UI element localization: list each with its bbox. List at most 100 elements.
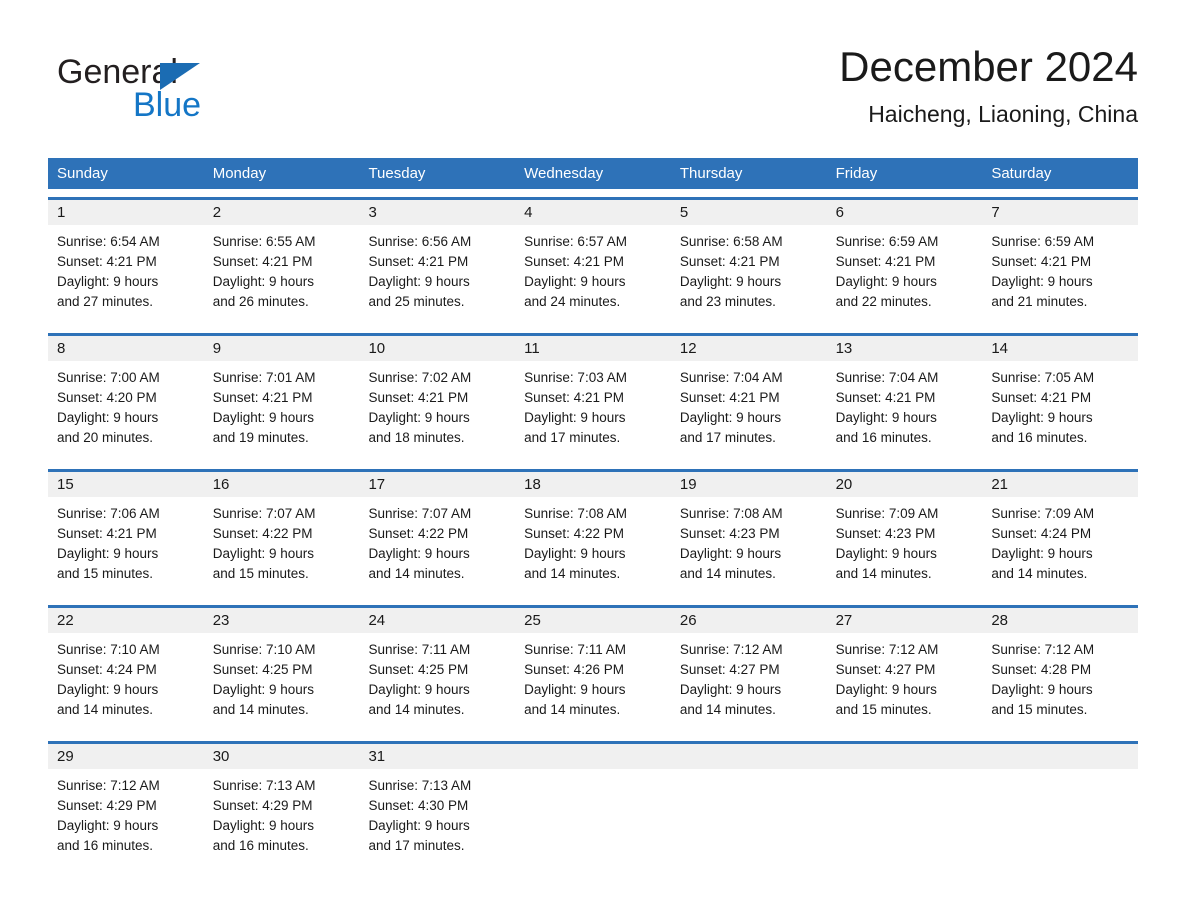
day-cell[interactable]: Sunrise: 7:07 AM Sunset: 4:22 PM Dayligh…	[204, 497, 360, 597]
day-number[interactable]: 5	[671, 200, 827, 225]
day-number[interactable]: 3	[359, 200, 515, 225]
day-number[interactable]: 27	[827, 608, 983, 633]
sunrise-text: Sunrise: 6:56 AM	[368, 234, 472, 249]
day-cell[interactable]: Sunrise: 7:12 AM Sunset: 4:27 PM Dayligh…	[827, 633, 983, 733]
day-cell[interactable]: Sunrise: 7:06 AM Sunset: 4:21 PM Dayligh…	[48, 497, 204, 597]
day-number[interactable]: 11	[515, 336, 671, 361]
day-cell[interactable]: Sunrise: 7:13 AM Sunset: 4:29 PM Dayligh…	[204, 769, 360, 869]
daylight-text: Daylight: 9 hours	[524, 274, 626, 289]
daylight-text: Daylight: 9 hours	[368, 274, 470, 289]
day-number[interactable]: 12	[671, 336, 827, 361]
day-cell[interactable]: Sunrise: 7:12 AM Sunset: 4:28 PM Dayligh…	[982, 633, 1138, 733]
day-cell[interactable]: Sunrise: 7:02 AM Sunset: 4:21 PM Dayligh…	[359, 361, 515, 461]
day-cell[interactable]: Sunrise: 6:57 AM Sunset: 4:21 PM Dayligh…	[515, 225, 671, 325]
daylight-text-cont: and 18 minutes.	[368, 430, 465, 445]
day-cell[interactable]: Sunrise: 7:01 AM Sunset: 4:21 PM Dayligh…	[204, 361, 360, 461]
day-cell[interactable]: Sunrise: 7:10 AM Sunset: 4:25 PM Dayligh…	[204, 633, 360, 733]
day-cell[interactable]: Sunrise: 7:08 AM Sunset: 4:23 PM Dayligh…	[671, 497, 827, 597]
daylight-text: Daylight: 9 hours	[991, 546, 1093, 561]
sunrise-text: Sunrise: 7:12 AM	[991, 642, 1095, 657]
day-number[interactable]: 15	[48, 472, 204, 497]
day-cell[interactable]: Sunrise: 7:11 AM Sunset: 4:26 PM Dayligh…	[515, 633, 671, 733]
daylight-text: Daylight: 9 hours	[368, 682, 470, 697]
day-number[interactable]: 16	[204, 472, 360, 497]
day-cell[interactable]: Sunrise: 7:11 AM Sunset: 4:25 PM Dayligh…	[359, 633, 515, 733]
day-number[interactable]: 24	[359, 608, 515, 633]
day-number[interactable]: 21	[982, 472, 1138, 497]
daylight-text-cont: and 14 minutes.	[991, 566, 1088, 581]
day-number[interactable]: 2	[204, 200, 360, 225]
sunrise-text: Sunrise: 7:04 AM	[835, 370, 939, 385]
day-number[interactable]: 22	[48, 608, 204, 633]
day-cell[interactable]: Sunrise: 6:59 AM Sunset: 4:21 PM Dayligh…	[827, 225, 983, 325]
day-cell[interactable]: Sunrise: 7:04 AM Sunset: 4:21 PM Dayligh…	[671, 361, 827, 461]
day-number[interactable]: 20	[827, 472, 983, 497]
sunrise-text: Sunrise: 7:12 AM	[835, 642, 939, 657]
day-number[interactable]: 23	[204, 608, 360, 633]
day-number[interactable]: 28	[982, 608, 1138, 633]
day-cell[interactable]: Sunrise: 6:54 AM Sunset: 4:21 PM Dayligh…	[48, 225, 204, 325]
day-number-band: 8 9 10 11 12 13 14	[48, 336, 1138, 361]
daylight-text-cont: and 16 minutes.	[57, 838, 154, 853]
day-number[interactable]: 31	[359, 744, 515, 769]
sunset-text: Sunset: 4:29 PM	[212, 798, 313, 813]
day-number[interactable]: 9	[204, 336, 360, 361]
day-cell[interactable]: Sunrise: 6:59 AM Sunset: 4:21 PM Dayligh…	[982, 225, 1138, 325]
sunset-text: Sunset: 4:21 PM	[212, 390, 313, 405]
day-cell[interactable]: Sunrise: 7:08 AM Sunset: 4:22 PM Dayligh…	[515, 497, 671, 597]
day-number[interactable]: 26	[671, 608, 827, 633]
sunrise-text: Sunrise: 7:11 AM	[368, 642, 471, 657]
sunrise-text: Sunrise: 7:08 AM	[524, 506, 627, 521]
day-cell[interactable]: Sunrise: 7:05 AM Sunset: 4:21 PM Dayligh…	[982, 361, 1138, 461]
day-number[interactable]: 25	[515, 608, 671, 633]
day-cell-empty	[515, 769, 671, 869]
location-subtitle: Haicheng, Liaoning, China	[868, 101, 1138, 127]
day-cell[interactable]: Sunrise: 7:13 AM Sunset: 4:30 PM Dayligh…	[359, 769, 515, 869]
day-cell[interactable]: Sunrise: 7:10 AM Sunset: 4:24 PM Dayligh…	[48, 633, 204, 733]
day-number-band: 1 2 3 4 5 6 7	[48, 200, 1138, 225]
day-cell[interactable]: Sunrise: 6:55 AM Sunset: 4:21 PM Dayligh…	[204, 225, 360, 325]
week-row: 15 16 17 18 19 20 21 Sunrise: 7:06 AM Su…	[48, 469, 1138, 597]
daylight-text-cont: and 26 minutes.	[212, 294, 309, 309]
sunrise-text: Sunrise: 6:54 AM	[57, 234, 160, 249]
day-number[interactable]: 18	[515, 472, 671, 497]
logo-text-blue: Blue	[133, 86, 202, 124]
day-cell[interactable]: Sunrise: 7:03 AM Sunset: 4:21 PM Dayligh…	[515, 361, 671, 461]
day-number[interactable]: 29	[48, 744, 204, 769]
day-number[interactable]: 17	[359, 472, 515, 497]
sunrise-text: Sunrise: 7:04 AM	[679, 370, 783, 385]
day-number[interactable]: 6	[827, 200, 983, 225]
page-title: December 2024	[839, 43, 1138, 90]
day-number-empty	[982, 744, 1138, 769]
sunrise-text: Sunrise: 7:12 AM	[679, 642, 783, 657]
day-number[interactable]: 14	[982, 336, 1138, 361]
day-cell[interactable]: Sunrise: 7:09 AM Sunset: 4:24 PM Dayligh…	[982, 497, 1138, 597]
daylight-text-cont: and 14 minutes.	[524, 566, 621, 581]
daylight-text: Daylight: 9 hours	[57, 410, 159, 425]
day-cell[interactable]: Sunrise: 7:09 AM Sunset: 4:23 PM Dayligh…	[827, 497, 983, 597]
sunset-text: Sunset: 4:23 PM	[835, 526, 936, 541]
day-cell[interactable]: Sunrise: 7:12 AM Sunset: 4:29 PM Dayligh…	[48, 769, 204, 869]
day-number[interactable]: 1	[48, 200, 204, 225]
daylight-text-cont: and 21 minutes.	[991, 294, 1088, 309]
day-cell[interactable]: Sunrise: 7:04 AM Sunset: 4:21 PM Dayligh…	[827, 361, 983, 461]
day-number[interactable]: 7	[982, 200, 1138, 225]
day-number[interactable]: 13	[827, 336, 983, 361]
day-number-empty	[827, 744, 983, 769]
day-number[interactable]: 4	[515, 200, 671, 225]
week-row: 22 23 24 25 26 27 28 Sunrise: 7:10 AM Su…	[48, 605, 1138, 733]
daylight-text-cont: and 20 minutes.	[57, 430, 154, 445]
day-cell[interactable]: Sunrise: 6:58 AM Sunset: 4:21 PM Dayligh…	[671, 225, 827, 325]
generalblue-logo[interactable]: General Blue	[57, 52, 267, 136]
day-cell[interactable]: Sunrise: 6:56 AM Sunset: 4:21 PM Dayligh…	[359, 225, 515, 325]
weekday-header-saturday: Saturday	[991, 165, 1052, 182]
day-number[interactable]: 19	[671, 472, 827, 497]
day-cell[interactable]: Sunrise: 7:07 AM Sunset: 4:22 PM Dayligh…	[359, 497, 515, 597]
day-cell[interactable]: Sunrise: 7:12 AM Sunset: 4:27 PM Dayligh…	[671, 633, 827, 733]
day-cell[interactable]: Sunrise: 7:00 AM Sunset: 4:20 PM Dayligh…	[48, 361, 204, 461]
day-number[interactable]: 8	[48, 336, 204, 361]
day-number[interactable]: 30	[204, 744, 360, 769]
day-number[interactable]: 10	[359, 336, 515, 361]
daylight-text: Daylight: 9 hours	[835, 274, 937, 289]
sunrise-text: Sunrise: 7:06 AM	[57, 506, 160, 521]
